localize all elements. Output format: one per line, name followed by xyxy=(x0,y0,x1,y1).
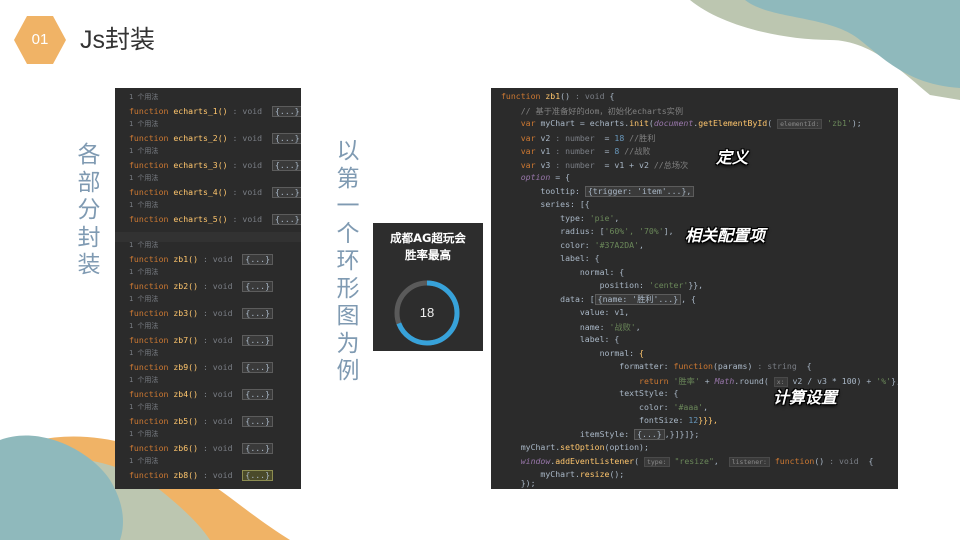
code-line-4: var v2 : number = 18 //胜利 xyxy=(501,132,656,143)
usage-hint: 1 个用法 xyxy=(129,457,159,465)
donut-chart-card: 成都AG超玩会 胜率最高 18 xyxy=(373,223,483,351)
usage-hint: 1 个用法 xyxy=(129,403,159,411)
code-line-9: series: [{ xyxy=(501,199,590,209)
usage-hint: 1 个用法 xyxy=(129,201,159,209)
code-line-24: color: '#aaa', xyxy=(501,401,709,412)
code-line-1: function zb1() : void { xyxy=(501,91,615,101)
slide-title: Js封装 xyxy=(80,26,156,54)
code-line-11: radius: ['60%', '70%'], xyxy=(501,226,674,236)
usage-hint: 1 个用法 xyxy=(129,349,159,357)
top-right-wave-teal xyxy=(745,0,960,88)
code-line-27: myChart.setOption(option); xyxy=(501,442,649,452)
code-line-10: type: 'pie', xyxy=(501,212,620,223)
code-line-26: itemStyle: {...},}]}]}; xyxy=(501,428,700,440)
function-row: function echarts_4() : void {...} xyxy=(129,186,301,198)
code-line-6: var v3 : number = v1 + v2 //总场次 xyxy=(501,159,689,170)
code-line-18: name: '战败', xyxy=(501,321,641,332)
left-vertical-caption: 各部分封装 xyxy=(77,142,101,278)
code-line-12: color: '#37A2DA', xyxy=(501,239,644,250)
code-line-8: tooltip: {trigger: 'item'...}, xyxy=(501,185,695,197)
code-line-13: label: { xyxy=(501,253,600,263)
code-line-15: position: 'center'}}, xyxy=(501,280,704,290)
code-line-2: // 基于准备好的dom，初始化echarts实例 xyxy=(501,105,684,116)
usage-hint: 1 个用法 xyxy=(129,322,159,330)
code-line-5: var v1 : number = 8 //战败 xyxy=(501,146,651,156)
code-line-16: data: [{name: '胜利'...}, { xyxy=(501,293,696,305)
code-line-28: window.addEventListener( type: "resize",… xyxy=(501,455,874,467)
usage-hint: 1 个用法 xyxy=(129,430,159,438)
usage-hint: 1 个用法 xyxy=(129,93,159,101)
function-row: function echarts_2() : void {...} xyxy=(129,132,301,144)
usage-hint: 1 个用法 xyxy=(129,295,159,303)
donut-title-line2: 胜率最高 xyxy=(405,248,451,262)
usage-hint: 1 个用法 xyxy=(129,147,159,155)
code-line-17: value: v1, xyxy=(501,307,630,317)
code-line-14: normal: { xyxy=(501,266,625,277)
function-row: function zb5() : void {...} xyxy=(129,415,274,427)
function-row: function echarts_1() : void {...} xyxy=(129,105,301,117)
function-row: function zb4() : void {...} xyxy=(129,388,274,400)
donut-title: 成都AG超玩会 胜率最高 xyxy=(373,230,483,264)
function-row: function zb8() : void {...} xyxy=(129,469,274,481)
function-row: function zb9() : void {...} xyxy=(129,361,274,373)
usage-hint: 1 个用法 xyxy=(129,174,159,182)
function-row: function zb1() : void {...} xyxy=(129,253,274,265)
code-line-30: }); xyxy=(501,478,536,488)
usage-hint: 1 个用法 xyxy=(129,268,159,276)
function-row: function zb7() : void {...} xyxy=(129,334,274,346)
code-line-19: label: { xyxy=(501,334,620,344)
sticker-define: 定义 xyxy=(716,148,749,167)
code-editor-screenshot: function zb1() : void { // 基于准备好的dom，初始化… xyxy=(491,88,898,489)
code-line-3: var myChart = echarts.init(document.getE… xyxy=(501,118,862,129)
sticker-config: 相关配置项 xyxy=(685,226,766,245)
sticker-calc: 计算设置 xyxy=(773,388,838,407)
usage-hint: 1 个用法 xyxy=(129,120,159,128)
function-row: function echarts_3() : void {...} xyxy=(129,159,301,171)
function-row: function zb6() : void {...} xyxy=(129,442,274,454)
code-line-21: formatter: function(params) : string { xyxy=(501,361,812,371)
donut-center-value: 18 xyxy=(419,305,435,320)
code-line-22: return '胜率' + Math.round( x: v2 / v3 * 1… xyxy=(501,375,898,387)
code-line-20: normal: { xyxy=(501,347,644,358)
middle-vertical-caption: 以第一个环形图为例 xyxy=(336,138,360,384)
code-line-7: option = { xyxy=(501,172,571,182)
function-row: function zb2() : void {...} xyxy=(129,280,274,292)
code-line-23: textStyle: { xyxy=(501,388,679,398)
donut-title-line1: 成都AG超玩会 xyxy=(390,231,466,245)
usage-hint: 1 个用法 xyxy=(129,376,159,384)
function-row: function echarts_5() : void {...} xyxy=(129,213,301,225)
usage-hint: 1 个用法 xyxy=(129,241,159,249)
function-row: function zb3() : void {...} xyxy=(129,307,274,319)
function-list-screenshot: 1 个用法 function echarts_1() : void {...} 1 … xyxy=(115,88,301,489)
code-line-25: fontSize: 12}}}, xyxy=(501,415,718,425)
section-number: 01 xyxy=(31,31,49,48)
